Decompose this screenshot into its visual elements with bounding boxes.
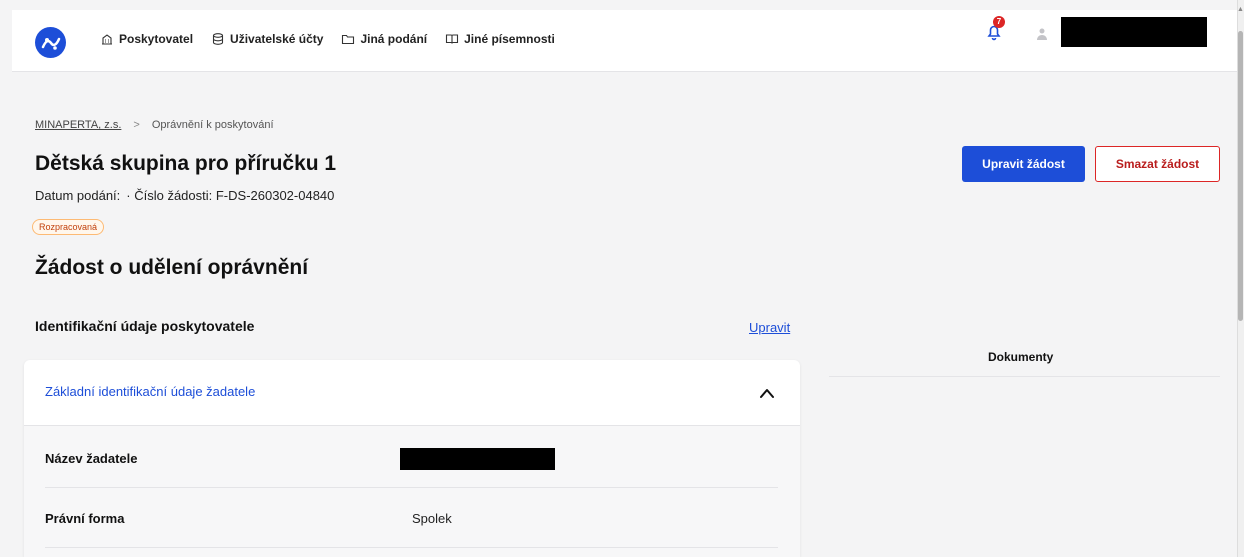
delete-request-button[interactable]: Smazat žádost [1095,146,1220,182]
book-icon [446,34,459,44]
breadcrumb: MINAPERTA, z.s. > Oprávnění k poskytován… [35,119,274,131]
edit-request-button[interactable]: Upravit žádost [962,146,1085,182]
nav-item-jina-podani[interactable]: Jiná podání [341,32,427,46]
nav-item-label: Jiné písemnosti [464,32,555,46]
user-icon[interactable] [1036,27,1048,41]
nav-item-poskytovatel[interactable]: Poskytovatel [100,32,193,46]
breadcrumb-current: Oprávnění k poskytování [151,119,274,131]
status-badge: Rozpracovaná [32,219,105,235]
scrollbar-thumb[interactable] [1238,31,1243,321]
date-label: Datum podání: [35,188,121,203]
nav-item-label: Jiná podání [360,32,428,46]
applicant-name-label: Název žadatele [45,451,138,466]
breadcrumb-root-link[interactable]: MINAPERTA, z.s. [35,119,121,131]
top-navigation-bar: Poskytovatel Uživatelské účty Jiná podán… [12,10,1237,72]
request-meta: Datum podání: · Číslo žádosti: F-DS-2603… [35,188,334,203]
section-title: Žádost o udělení oprávnění [35,256,309,279]
folder-icon [342,34,355,45]
documents-heading: Dokumenty [988,350,1054,364]
page-title: Dětská skupina pro příručku 1 [35,152,337,175]
legal-form-label: Právní forma [45,511,125,526]
edit-identification-link[interactable]: Upravit [749,320,790,335]
notification-badge: 7 [993,16,1005,28]
identification-card: Základní identifikační údaje žadatele Ná… [24,360,800,557]
card-header-toggle[interactable]: Základní identifikační údaje žadatele [24,360,800,426]
card-title: Základní identifikační údaje žadatele [45,384,256,399]
subsection-title: Identifikační údaje poskytovatele [35,318,255,334]
card-body: Název žadatele Právní forma Spolek [24,426,800,557]
applicant-name-redacted [400,448,555,470]
building-icon [102,34,112,45]
chevron-right-icon: > [133,119,140,131]
nav-item-label: Poskytovatel [119,32,194,46]
documents-divider [829,376,1220,377]
nav-item-label: Uživatelské účty [230,32,324,46]
legal-form-value: Spolek [412,511,452,526]
app-logo[interactable] [35,27,66,58]
chevron-up-icon[interactable] [759,387,775,399]
row-divider [45,487,778,488]
row-divider [45,547,778,548]
nav-item-jine-pisemnosti[interactable]: Jiné písemnosti [445,32,555,46]
request-number: · Číslo žádosti: F-DS-260302-04840 [126,188,335,203]
nav-item-uzivatelske-ucty[interactable]: Uživatelské účty [211,32,323,46]
database-icon [212,33,224,45]
user-name-redacted[interactable] [1061,17,1207,47]
scroll-up-arrow-icon[interactable]: ▲ [1237,6,1244,16]
logo-icon [41,37,60,50]
main-nav: Poskytovatel Uživatelské účty Jiná podán… [100,32,555,46]
